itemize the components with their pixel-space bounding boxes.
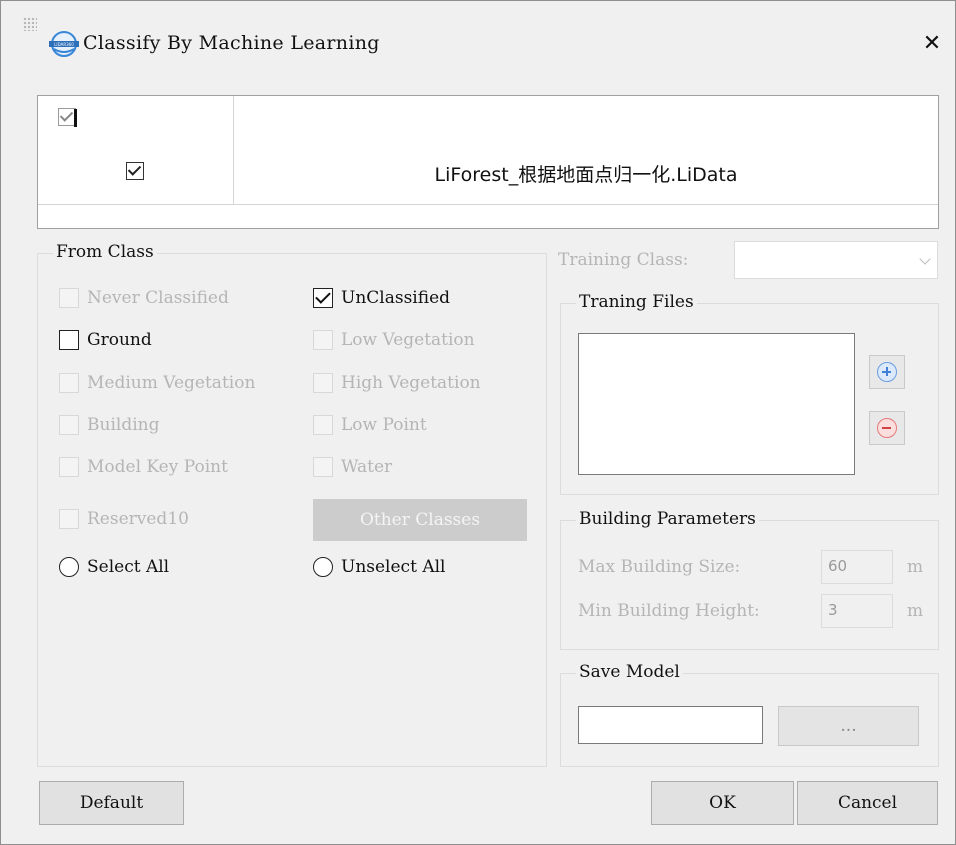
svg-text:LIDAR360: LIDAR360 xyxy=(54,42,74,47)
max-building-size-label: Max Building Size: xyxy=(578,557,741,577)
max-building-size-input[interactable]: 60 xyxy=(821,550,893,584)
unclassified-checkbox[interactable]: UnClassified xyxy=(313,288,450,308)
medium-vegetation-checkbox[interactable]: Medium Vegetation xyxy=(59,373,255,393)
max-building-size-unit: m xyxy=(907,557,924,577)
training-files-title: Traning Files xyxy=(576,292,697,312)
model-key-point-checkbox[interactable]: Model Key Point xyxy=(59,457,228,477)
save-model-title: Save Model xyxy=(576,662,683,682)
add-file-icon xyxy=(877,362,897,382)
file-row-checkbox[interactable] xyxy=(126,162,144,180)
remove-file-button[interactable] xyxy=(869,411,905,445)
dialog-window: LIDAR360 Classify By Machine Learning ✕ … xyxy=(0,0,956,845)
reserved10-checkbox[interactable]: Reserved10 xyxy=(59,509,189,529)
ok-button[interactable]: OK xyxy=(651,781,794,825)
default-button[interactable]: Default xyxy=(39,781,184,825)
dialog-title: Classify By Machine Learning xyxy=(83,32,380,54)
save-model-path-input[interactable] xyxy=(578,706,763,744)
chevron-down-icon xyxy=(919,253,931,265)
unselect-all-radio[interactable]: Unselect All xyxy=(313,557,445,577)
training-class-label: Training Class: xyxy=(558,250,689,270)
min-building-height-label: Min Building Height: xyxy=(578,601,760,621)
file-name-column: LiForest_根据地面点归一化.LiData xyxy=(234,96,938,205)
never-classified-checkbox[interactable]: Never Classified xyxy=(59,288,229,308)
building-parameters-title: Building Parameters xyxy=(576,509,759,529)
low-point-checkbox[interactable]: Low Point xyxy=(313,415,427,435)
header-check-edge xyxy=(74,109,77,127)
app-logo-icon: LIDAR360 xyxy=(49,31,79,57)
water-checkbox[interactable]: Water xyxy=(313,457,392,477)
building-parameters-group xyxy=(560,520,939,650)
title-bar: LIDAR360 Classify By Machine Learning ✕ xyxy=(1,1,955,87)
ground-checkbox[interactable]: Ground xyxy=(59,330,152,350)
training-class-select[interactable] xyxy=(734,241,938,279)
training-files-list[interactable] xyxy=(578,333,855,475)
check-column xyxy=(38,96,234,205)
from-class-title: From Class xyxy=(53,242,157,262)
select-all-radio[interactable]: Select All xyxy=(59,557,169,577)
file-row-name[interactable]: LiForest_根据地面点归一化.LiData xyxy=(234,160,938,187)
cancel-button[interactable]: Cancel xyxy=(797,781,938,825)
browse-button[interactable]: ... xyxy=(778,706,919,746)
other-classes-button[interactable]: Other Classes xyxy=(313,499,527,541)
min-building-height-input[interactable]: 3 xyxy=(821,594,893,628)
remove-file-icon xyxy=(877,418,897,438)
low-vegetation-checkbox[interactable]: Low Vegetation xyxy=(313,330,475,350)
min-building-height-unit: m xyxy=(907,601,924,621)
close-button[interactable]: ✕ xyxy=(914,25,950,61)
grip-icon xyxy=(23,17,37,31)
add-file-button[interactable] xyxy=(869,355,905,389)
building-checkbox[interactable]: Building xyxy=(59,415,159,435)
high-vegetation-checkbox[interactable]: High Vegetation xyxy=(313,373,481,393)
file-table[interactable]: LiForest_根据地面点归一化.LiData xyxy=(37,95,939,229)
